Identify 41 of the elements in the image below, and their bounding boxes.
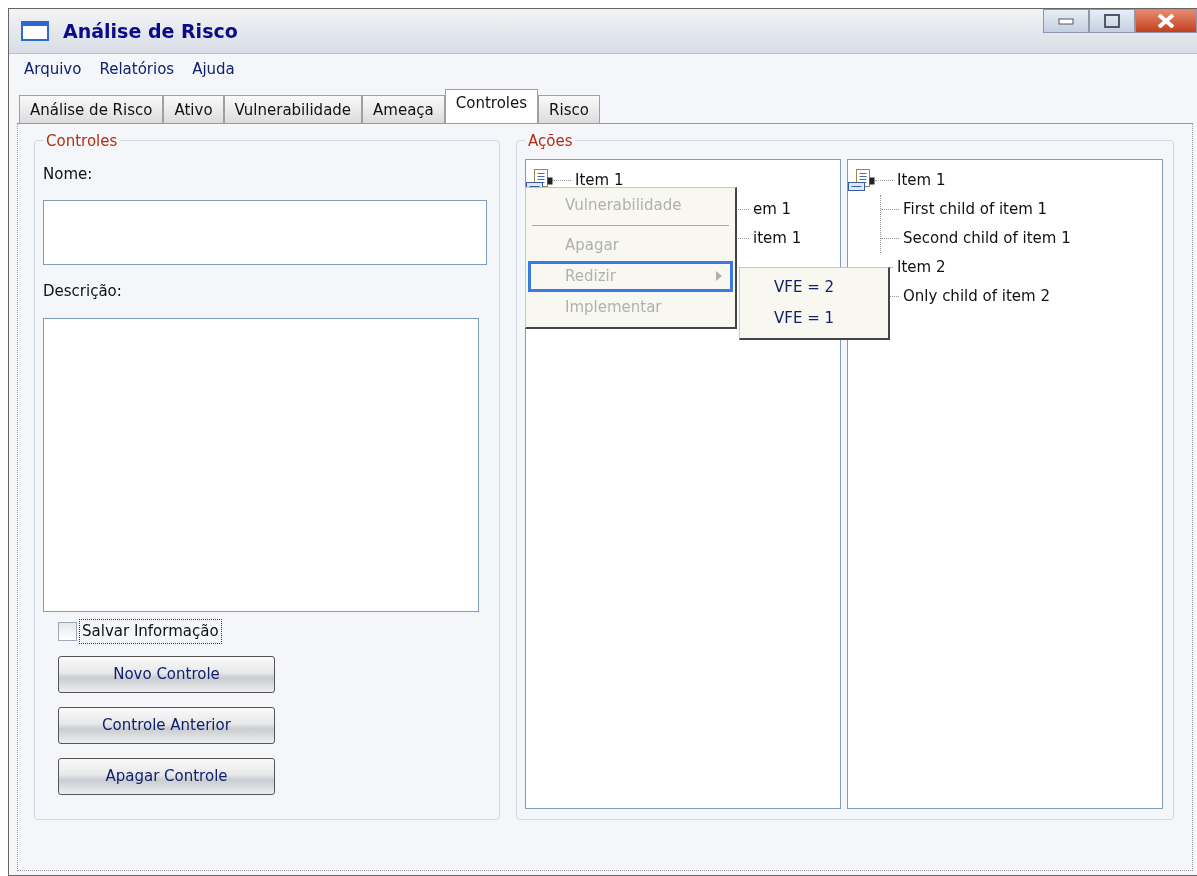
tree-item[interactable]: Only child of item 2 (899, 284, 1050, 308)
minimize-button[interactable] (1043, 9, 1089, 33)
checkbox-label[interactable]: Salvar Informação (79, 619, 222, 644)
minimize-icon (1058, 17, 1074, 25)
menu-label: Implementar (565, 296, 662, 318)
menu-label: Apagar (565, 234, 619, 256)
tab[interactable]: Análise de Risco (19, 94, 164, 123)
menu-item[interactable]: VFE = 1 (740, 302, 888, 334)
menu-item[interactable]: Relatórios (90, 56, 184, 83)
tab[interactable]: Vulnerabilidade (223, 94, 363, 123)
checkbox[interactable] (58, 621, 77, 641)
menu-label: Redizir (565, 265, 616, 287)
action-button[interactable]: Controle Anterior (58, 706, 275, 744)
close-icon (1157, 14, 1175, 28)
tab[interactable]: Controles (444, 88, 539, 123)
name-field[interactable] (43, 200, 487, 265)
action-button[interactable]: Apagar Controle (58, 757, 275, 795)
maximize-button[interactable] (1089, 9, 1135, 33)
tree-item[interactable]: Item 1 (893, 168, 946, 192)
close-button[interactable] (1135, 9, 1197, 33)
description-field[interactable] (43, 317, 479, 612)
tab[interactable]: Risco (538, 94, 600, 123)
maximize-icon (1104, 14, 1120, 28)
tree-item[interactable]: Item 1 (571, 168, 624, 192)
menu-item[interactable]: Arquivo (15, 56, 91, 83)
window-icon (21, 21, 49, 41)
window-title: Análise de Risco (63, 18, 238, 44)
field-label: Descrição: (43, 281, 123, 302)
action-button[interactable]: Novo Controle (58, 655, 275, 693)
menu-item[interactable]: VFE = 2 (740, 271, 888, 303)
tree-item[interactable]: Item 2 (893, 255, 946, 279)
menu-label: Vulnerabilidade (565, 194, 682, 216)
tab[interactable]: Ameaça (362, 94, 445, 123)
tree-item[interactable]: item 1 (749, 226, 802, 250)
menu-item[interactable]: Ajuda (183, 56, 244, 83)
submenu-arrow-icon (716, 271, 722, 281)
tab[interactable]: Ativo (163, 94, 224, 123)
tree-item[interactable]: Second child of item 1 (899, 226, 1071, 250)
tree-item[interactable]: em 1 (749, 197, 792, 221)
field-label: Nome: (43, 163, 94, 185)
tree-item[interactable]: First child of item 1 (899, 197, 1048, 221)
